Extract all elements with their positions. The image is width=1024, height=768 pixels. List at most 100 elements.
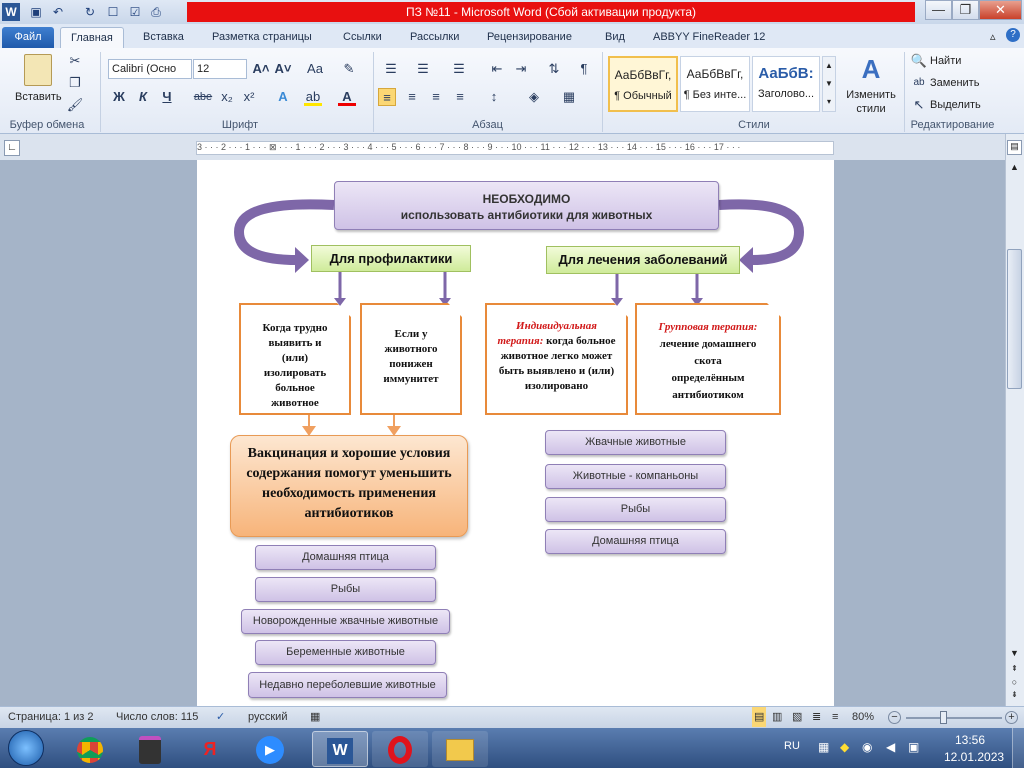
- check-icon[interactable]: ☑: [127, 4, 143, 20]
- replace-icon[interactable]: ab: [910, 74, 928, 92]
- explorer-icon[interactable]: [432, 731, 488, 767]
- tab-layout[interactable]: Разметка страницы: [202, 27, 322, 48]
- line-spacing-icon[interactable]: ↕: [485, 88, 503, 106]
- language-indicator[interactable]: русский: [248, 707, 287, 727]
- zoom-app-icon[interactable]: ▶: [242, 731, 298, 767]
- increase-indent-icon[interactable]: ⇥: [512, 60, 530, 78]
- justify-icon[interactable]: ≡: [451, 88, 469, 106]
- treatment-node[interactable]: Для лечения заболеваний: [546, 246, 740, 274]
- decrease-indent-icon[interactable]: ⇤: [488, 60, 506, 78]
- replace-button[interactable]: Заменить: [930, 76, 979, 90]
- page-count[interactable]: Страница: 1 из 2: [8, 707, 94, 727]
- right-list-item[interactable]: Жвачные животные: [545, 430, 726, 455]
- undo-icon[interactable]: ↶: [50, 4, 66, 20]
- scroll-down-icon[interactable]: ▼: [1007, 646, 1022, 661]
- next-page-icon[interactable]: ⇟: [1007, 690, 1022, 702]
- underline-button[interactable]: Ч: [158, 88, 176, 106]
- view-web-icon[interactable]: ▧: [792, 707, 802, 727]
- zoom-slider[interactable]: [906, 717, 1002, 719]
- ruler-toggle-icon[interactable]: ▤: [1007, 140, 1022, 155]
- align-left-icon[interactable]: ≡: [378, 88, 396, 106]
- word-app-icon[interactable]: W: [2, 3, 20, 21]
- restore-button[interactable]: ❐: [952, 0, 979, 20]
- tab-file[interactable]: Файл: [2, 27, 54, 48]
- style-heading[interactable]: АаБбВ: Заголово...: [752, 56, 820, 112]
- tab-mailings[interactable]: Рассылки: [400, 27, 469, 48]
- browse-object-icon[interactable]: ○: [1007, 677, 1022, 689]
- scroll-up-icon[interactable]: ▲: [1007, 160, 1022, 175]
- tab-insert[interactable]: Вставка: [133, 27, 194, 48]
- print-preview-icon[interactable]: ⎙: [148, 4, 164, 20]
- spellcheck-icon[interactable]: ✓: [216, 707, 225, 727]
- paste-icon[interactable]: [24, 54, 52, 86]
- left-list-item[interactable]: Недавно переболевшие животные: [248, 672, 447, 698]
- tab-home[interactable]: Главная: [60, 27, 124, 48]
- open-icon[interactable]: ☐: [105, 4, 121, 20]
- help-icon[interactable]: ?: [1006, 28, 1020, 42]
- cut-icon[interactable]: ✂: [66, 52, 84, 70]
- low-immunity-box[interactable]: Если у животного понижен иммунитет: [360, 303, 462, 415]
- find-button[interactable]: Найти: [930, 54, 961, 68]
- scroll-thumb[interactable]: [1007, 249, 1022, 389]
- zoom-in-icon[interactable]: +: [1005, 711, 1018, 724]
- close-button[interactable]: ✕: [979, 0, 1022, 20]
- prophylaxis-node[interactable]: Для профилактики: [311, 245, 471, 272]
- style-no-spacing[interactable]: АаБбВвГг, ¶ Без инте...: [680, 56, 750, 112]
- document-page[interactable]: НЕОБХОДИМО использовать антибиотики для …: [197, 160, 834, 706]
- view-draft-icon[interactable]: ≡: [832, 707, 838, 727]
- tab-view[interactable]: Вид: [595, 27, 635, 48]
- view-reading-icon[interactable]: ▥: [772, 707, 782, 727]
- select-button[interactable]: Выделить: [930, 98, 981, 112]
- tray-icon[interactable]: ◆: [840, 740, 849, 754]
- volume-icon[interactable]: ◀: [886, 740, 895, 754]
- left-list-item[interactable]: Беременные животные: [255, 640, 436, 665]
- word-count[interactable]: Число слов: 115: [116, 707, 198, 727]
- font-color-icon[interactable]: A: [338, 88, 356, 106]
- right-list-item[interactable]: Животные - компаньоны: [545, 464, 726, 489]
- case-hard-to-detect-box[interactable]: Когда трудно выявить и (или) изолировать…: [239, 303, 351, 415]
- individual-therapy-box[interactable]: Индивидуальная терапия: когда больное жи…: [485, 303, 628, 415]
- superscript-button[interactable]: x²: [240, 88, 258, 106]
- shading-icon[interactable]: ◈: [525, 88, 543, 106]
- left-list-item[interactable]: Рыбы: [255, 577, 436, 602]
- tray-icon[interactable]: ▣: [908, 740, 919, 754]
- align-center-icon[interactable]: ≡: [403, 88, 421, 106]
- text-effects-icon[interactable]: A: [274, 88, 292, 106]
- network-icon[interactable]: ▦: [818, 740, 829, 754]
- opera-icon[interactable]: [372, 731, 428, 767]
- tab-selector-icon[interactable]: ∟: [4, 140, 20, 156]
- zoom-level[interactable]: 80%: [852, 707, 874, 727]
- view-print-layout-icon[interactable]: ▤: [752, 707, 767, 727]
- start-button[interactable]: [8, 730, 44, 766]
- diagram-top-node[interactable]: НЕОБХОДИМО использовать антибиотики для …: [334, 181, 719, 230]
- copy-icon[interactable]: ❐: [66, 74, 84, 92]
- save-icon[interactable]: ▣: [28, 4, 44, 20]
- borders-icon[interactable]: ▦: [560, 88, 578, 106]
- zoom-out-icon[interactable]: −: [888, 711, 901, 724]
- app-icon[interactable]: [122, 731, 178, 767]
- pilcrow-icon[interactable]: ¶: [575, 60, 593, 78]
- tab-abbyy[interactable]: ABBYY FineReader 12: [643, 27, 775, 48]
- subscript-button[interactable]: x₂: [218, 88, 236, 106]
- font-name-select[interactable]: Calibri (Осно: [108, 59, 192, 79]
- bullets-icon[interactable]: ☰: [382, 60, 400, 78]
- chrome-icon[interactable]: [62, 731, 118, 767]
- shrink-font-icon[interactable]: A˅: [274, 60, 292, 78]
- minimize-button[interactable]: —: [925, 0, 952, 20]
- clock-date[interactable]: 12.01.2023: [944, 750, 1004, 764]
- clock-time[interactable]: 13:56: [955, 733, 985, 747]
- horizontal-ruler[interactable]: 3 · · · 2 · · · 1 · · · ⊠ · · · 1 · · · …: [196, 141, 834, 155]
- sort-icon[interactable]: ⇅: [545, 60, 563, 78]
- tray-icon[interactable]: ◉: [862, 740, 872, 754]
- tab-references[interactable]: Ссылки: [333, 27, 392, 48]
- show-desktop-button[interactable]: [1012, 728, 1024, 768]
- format-painter-icon[interactable]: 🖌: [66, 96, 84, 114]
- right-list-item[interactable]: Рыбы: [545, 497, 726, 522]
- yandex-browser-icon[interactable]: Я: [182, 731, 238, 767]
- highlight-icon[interactable]: ab: [304, 88, 322, 106]
- prev-page-icon[interactable]: ⇞: [1007, 664, 1022, 676]
- multilevel-list-icon[interactable]: ☰: [450, 60, 468, 78]
- left-list-item[interactable]: Домашняя птица: [255, 545, 436, 570]
- vaccination-node[interactable]: Вакцинация и хорошие условия содержания …: [230, 435, 468, 537]
- change-styles-button[interactable]: Изменить стили: [842, 88, 900, 116]
